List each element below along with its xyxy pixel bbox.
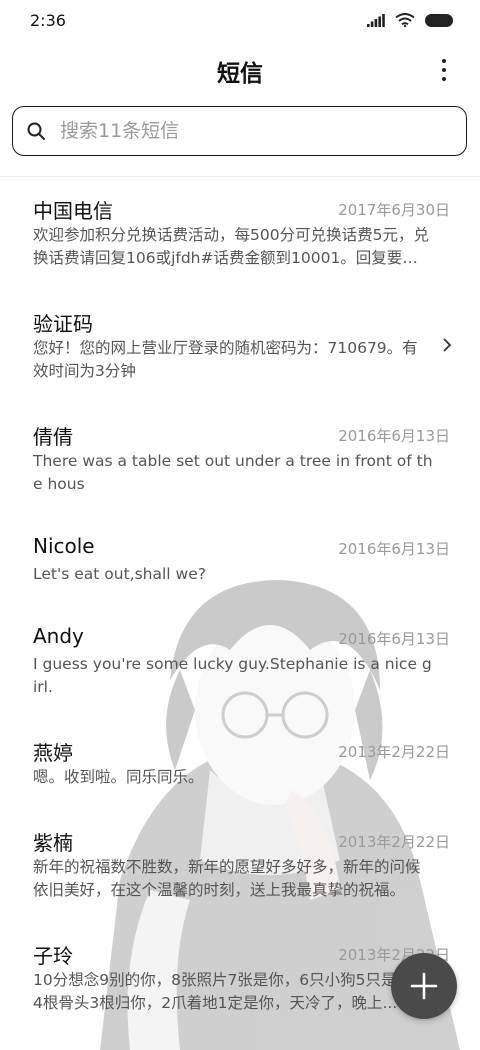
chevron-right-icon[interactable] bbox=[442, 337, 452, 353]
message-date: 2017年6月30日 bbox=[338, 201, 450, 219]
message-preview: 欢迎参加积分兑换话费活动，每500分可兑换话费5元，兑换话费请回复106或jfd… bbox=[33, 226, 429, 267]
message-date: 2013年2月22日 bbox=[338, 833, 450, 851]
sender-name: 中国电信 bbox=[33, 199, 113, 223]
message-preview: 10分想念9别的你，8张照片7张是你，6只小狗5只是你，4根骨头3根归你，2爪着… bbox=[33, 971, 428, 1012]
message-preview: Let's eat out,shall we? bbox=[33, 565, 206, 583]
message-preview: 嗯。收到啦。同乐同乐。 bbox=[33, 768, 204, 786]
message-preview: 新年的祝福数不胜数，新年的愿望好多好多，新年的问候依旧美好，在这个温馨的时刻，送… bbox=[33, 858, 421, 899]
message-preview: I guess you're some lucky guy.Stephanie … bbox=[33, 655, 432, 696]
plus-icon bbox=[410, 972, 438, 1000]
battery-icon bbox=[425, 13, 453, 27]
message-date: 2016年6月13日 bbox=[338, 427, 450, 445]
conversation-item[interactable]: 验证码 您好！您的网上营业厅登录的随机密码为：710679。有效时间为3分钟 bbox=[0, 290, 480, 403]
sender-name: 紫楠 bbox=[33, 831, 73, 855]
conversation-item[interactable]: 紫楠 2013年2月22日 新年的祝福数不胜数，新年的愿望好多好多，新年的问候依… bbox=[0, 809, 480, 922]
search-bar[interactable] bbox=[12, 106, 467, 156]
status-time: 2:36 bbox=[30, 11, 66, 30]
page-title: 短信 bbox=[217, 61, 263, 87]
sender-name: 燕婷 bbox=[33, 741, 73, 765]
message-date: 2016年6月13日 bbox=[338, 630, 450, 648]
new-message-button[interactable] bbox=[391, 953, 457, 1019]
search-icon bbox=[27, 122, 45, 140]
sender-name: Nicole bbox=[33, 534, 95, 558]
conversation-item[interactable]: 倩倩 2016年6月13日 There was a table set out … bbox=[0, 403, 480, 516]
sender-name: 验证码 bbox=[33, 312, 93, 336]
more-vertical-icon[interactable] bbox=[438, 57, 450, 83]
status-bar: 2:36 bbox=[0, 0, 480, 42]
app-header: 短信 bbox=[0, 42, 480, 100]
conversation-item[interactable]: 燕婷 2013年2月22日 嗯。收到啦。同乐同乐。 bbox=[0, 719, 480, 809]
message-preview: There was a table set out under a tree i… bbox=[33, 452, 433, 493]
conversation-item[interactable]: Andy 2016年6月13日 I guess you're some luck… bbox=[0, 606, 480, 719]
message-list: 中国电信 2017年6月30日 欢迎参加积分兑换话费活动，每500分可兑换话费5… bbox=[0, 177, 480, 1035]
signal-icon bbox=[367, 13, 385, 27]
sender-name: 子玲 bbox=[33, 944, 73, 968]
status-icons bbox=[367, 13, 453, 27]
conversation-item[interactable]: 中国电信 2017年6月30日 欢迎参加积分兑换话费活动，每500分可兑换话费5… bbox=[0, 177, 480, 290]
message-date: 2013年2月22日 bbox=[338, 743, 450, 761]
conversation-item[interactable]: Nicole 2016年6月13日 Let's eat out,shall we… bbox=[0, 516, 480, 606]
search-input[interactable] bbox=[58, 119, 442, 143]
message-date: 2016年6月13日 bbox=[338, 540, 450, 558]
header-divider bbox=[0, 176, 480, 177]
wifi-icon bbox=[395, 13, 415, 27]
sender-name: 倩倩 bbox=[33, 425, 73, 449]
sender-name: Andy bbox=[33, 624, 84, 648]
message-preview: 您好！您的网上营业厅登录的随机密码为：710679。有效时间为3分钟 bbox=[33, 339, 418, 380]
